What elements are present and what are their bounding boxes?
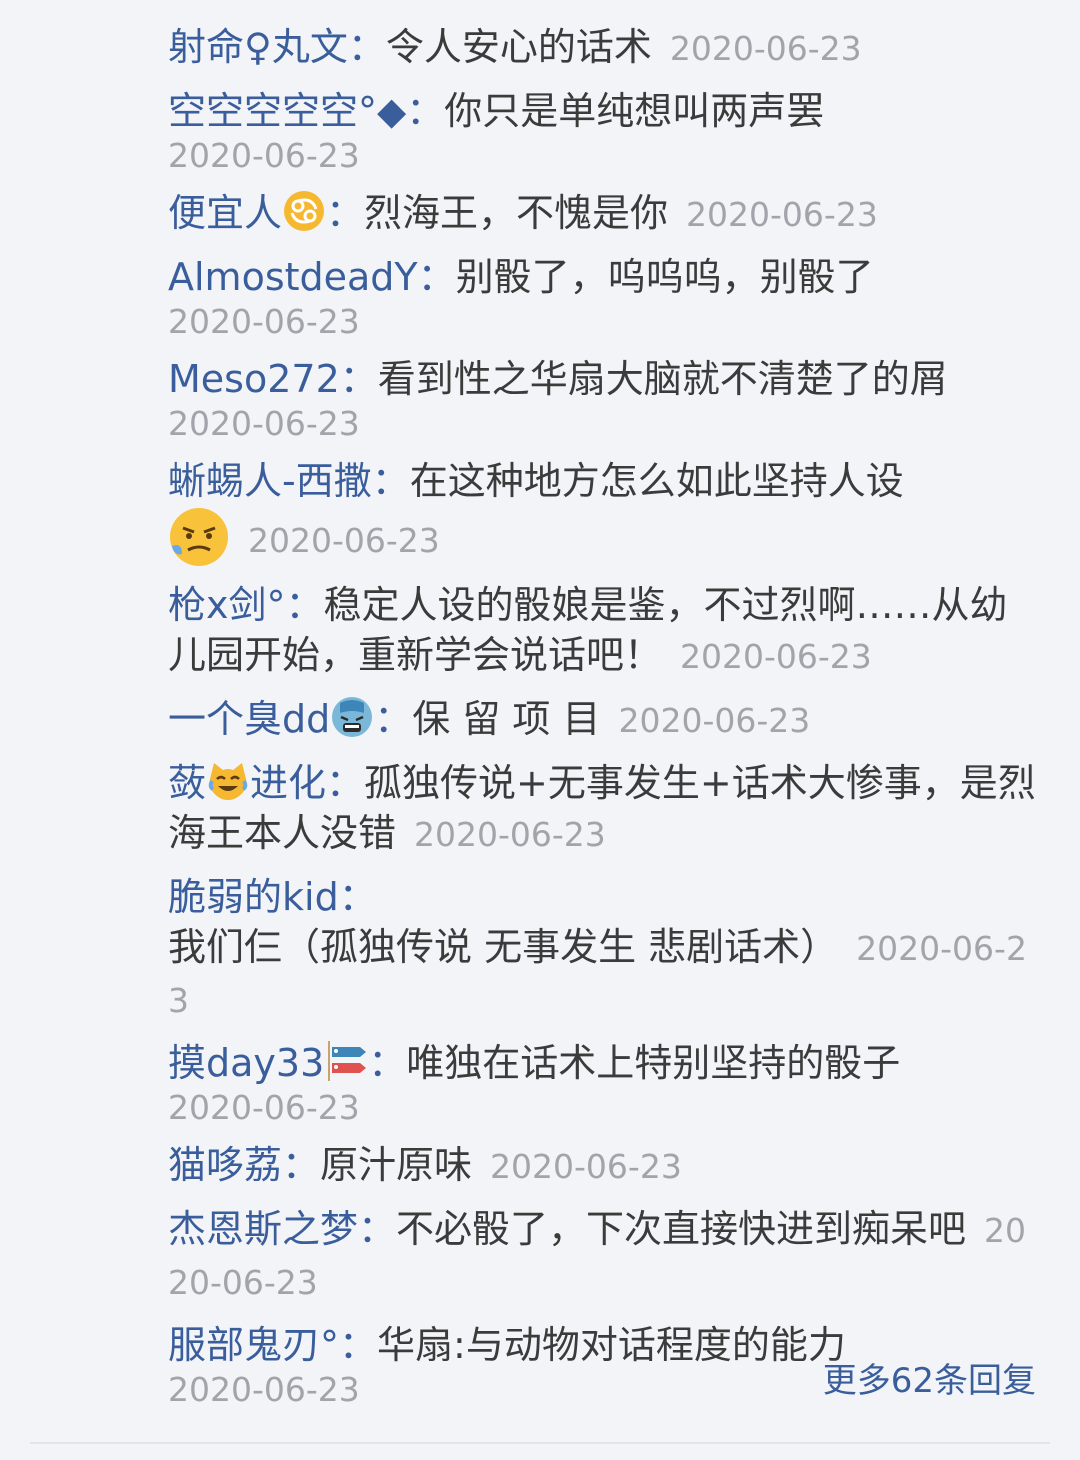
reply-text: 原汁原味 bbox=[320, 1143, 473, 1187]
reply-username[interactable]: 一个臭dd bbox=[168, 697, 330, 741]
reply-text: 在这种地方怎么如此坚持人设 bbox=[409, 459, 904, 503]
reply-item: 猫哆荔：原汁原味 2020-06-23 bbox=[168, 1140, 1038, 1192]
reply-date: 2020-06-23 bbox=[168, 404, 360, 443]
reply-separator: ： bbox=[347, 25, 386, 69]
reply-separator: ： bbox=[374, 697, 413, 741]
reply-date: 2020-06-23 bbox=[686, 195, 878, 234]
reply-date: 2020-06-23 bbox=[669, 29, 862, 68]
reply-item: 脆弱的kid：我们仨（孤独传说 无事发生 悲剧话术） 2020-06-23 bbox=[168, 872, 1038, 1026]
divider bbox=[30, 1442, 1050, 1444]
reply-list: 射命♀丸文：令人安心的话术 2020-06-23 空空空空空°◆：你只是单纯想叫两… bbox=[168, 22, 1038, 1422]
cancer-zodiac-icon bbox=[282, 189, 326, 233]
reply-text: 令人安心的话术 bbox=[385, 25, 652, 69]
angry-steam-face-icon bbox=[168, 506, 230, 568]
reply-separator: ： bbox=[326, 191, 365, 235]
reply-date: 2020-06-23 bbox=[680, 637, 872, 676]
reply-text: 别骰了，呜呜呜，别骰了 bbox=[455, 255, 874, 299]
reply-separator: ： bbox=[371, 459, 410, 503]
reply-text: 不必骰了，下次直接快进到痴呆吧 bbox=[396, 1207, 967, 1251]
reply-username[interactable]: 服部鬼刃° bbox=[168, 1323, 339, 1367]
reply-item: 摸day33 ：唯独在话术上特别坚持的骰子 2020-06-23 bbox=[168, 1038, 1038, 1128]
reply-item: 蔹进化：孤独传说+无事发生+话术大惨事，是烈海王本人没错 2020-06-23 bbox=[168, 758, 1038, 860]
reply-username[interactable]: Meso272 bbox=[168, 357, 340, 401]
reply-separator: ： bbox=[339, 1323, 378, 1367]
reply-date: 2020-06-23 bbox=[168, 136, 360, 175]
reply-text: 我们仨（孤独传说 无事发生 悲剧话术） bbox=[168, 925, 839, 969]
reply-separator: ： bbox=[285, 583, 324, 627]
reply-username-suffix[interactable]: 进化 bbox=[250, 761, 326, 805]
anxious-sweat-face-icon bbox=[330, 695, 374, 739]
reply-text: 保 留 项 目 bbox=[412, 697, 601, 741]
reply-username[interactable]: 蔹 bbox=[168, 761, 206, 805]
reply-panel: 射命♀丸文：令人安心的话术 2020-06-23 空空空空空°◆：你只是单纯想叫两… bbox=[0, 0, 1080, 1460]
reply-item: Meso272：看到性之华扇大脑就不清楚了的屑 2020-06-23 bbox=[168, 354, 1038, 444]
reply-separator: ： bbox=[339, 357, 378, 401]
reply-item: AlmostdeadY：别骰了，呜呜呜，别骰了 2020-06-23 bbox=[168, 252, 1038, 342]
cat-tears-of-joy-icon bbox=[206, 759, 250, 803]
reply-item: 杰恩斯之梦：不必骰了，下次直接快进到痴呆吧 2020-06-23 bbox=[168, 1204, 1038, 1308]
reply-text: 唯独在话术上特别坚持的骰子 bbox=[406, 1041, 901, 1085]
reply-separator: ： bbox=[406, 89, 445, 133]
reply-username[interactable]: 蜥蜴人-西撒 bbox=[168, 459, 372, 503]
reply-text: 华扇:与动物对话程度的能力 bbox=[377, 1323, 846, 1367]
reply-separator: ： bbox=[326, 761, 365, 805]
reply-username[interactable]: 射命♀丸文 bbox=[168, 25, 348, 69]
reply-username[interactable]: 杰恩斯之梦 bbox=[168, 1207, 358, 1251]
reply-item: 蜥蜴人-西撒：在这种地方怎么如此坚持人设 2020-06-23 bbox=[168, 456, 1038, 568]
more-replies-link[interactable]: 更多62条回复 bbox=[823, 1358, 1036, 1404]
reply-separator: ： bbox=[417, 255, 456, 299]
reply-separator: ： bbox=[338, 875, 377, 919]
reply-username[interactable]: 空空空空空°◆ bbox=[168, 89, 406, 133]
reply-item: 枪x剑°：稳定人设的骰娘是鉴，不过烈啊……从幼儿园开始，重新学会说话吧！ 2020… bbox=[168, 580, 1038, 682]
reply-item: 一个臭dd ：保 留 项 目 2020-06-23 bbox=[168, 694, 1038, 746]
reply-username[interactable]: 枪x剑° bbox=[168, 583, 286, 627]
reply-username[interactable]: 摸day33 bbox=[168, 1041, 324, 1085]
reply-date: 2020-06-23 bbox=[168, 302, 360, 341]
reply-date: 2020-06-23 bbox=[248, 521, 440, 560]
reply-username[interactable]: 脆弱的kid bbox=[168, 875, 339, 919]
reply-text: 你只是单纯想叫两声罢 bbox=[444, 89, 825, 133]
carp-streamer-icon bbox=[324, 1039, 368, 1083]
reply-date: 2020-06-23 bbox=[490, 1147, 682, 1186]
reply-text: 烈海王，不愧是你 bbox=[364, 191, 669, 235]
reply-separator: ： bbox=[358, 1207, 397, 1251]
reply-date: 2020-06-23 bbox=[168, 1088, 360, 1127]
reply-separator: ： bbox=[282, 1143, 321, 1187]
reply-item: 射命♀丸文：令人安心的话术 2020-06-23 bbox=[168, 22, 1038, 74]
reply-date: 2020-06-23 bbox=[414, 815, 606, 854]
reply-separator: ： bbox=[368, 1041, 407, 1085]
reply-username[interactable]: 便宜人 bbox=[168, 191, 282, 235]
reply-text: 看到性之华扇大脑就不清楚了的屑 bbox=[377, 357, 948, 401]
reply-username[interactable]: 猫哆荔 bbox=[168, 1143, 282, 1187]
reply-username[interactable]: AlmostdeadY bbox=[168, 255, 418, 299]
reply-item: 空空空空空°◆：你只是单纯想叫两声罢 2020-06-23 bbox=[168, 86, 1038, 176]
reply-item: 便宜人 ：烈海王，不愧是你 2020-06-23 bbox=[168, 188, 1038, 240]
reply-date: 2020-06-23 bbox=[618, 701, 811, 740]
